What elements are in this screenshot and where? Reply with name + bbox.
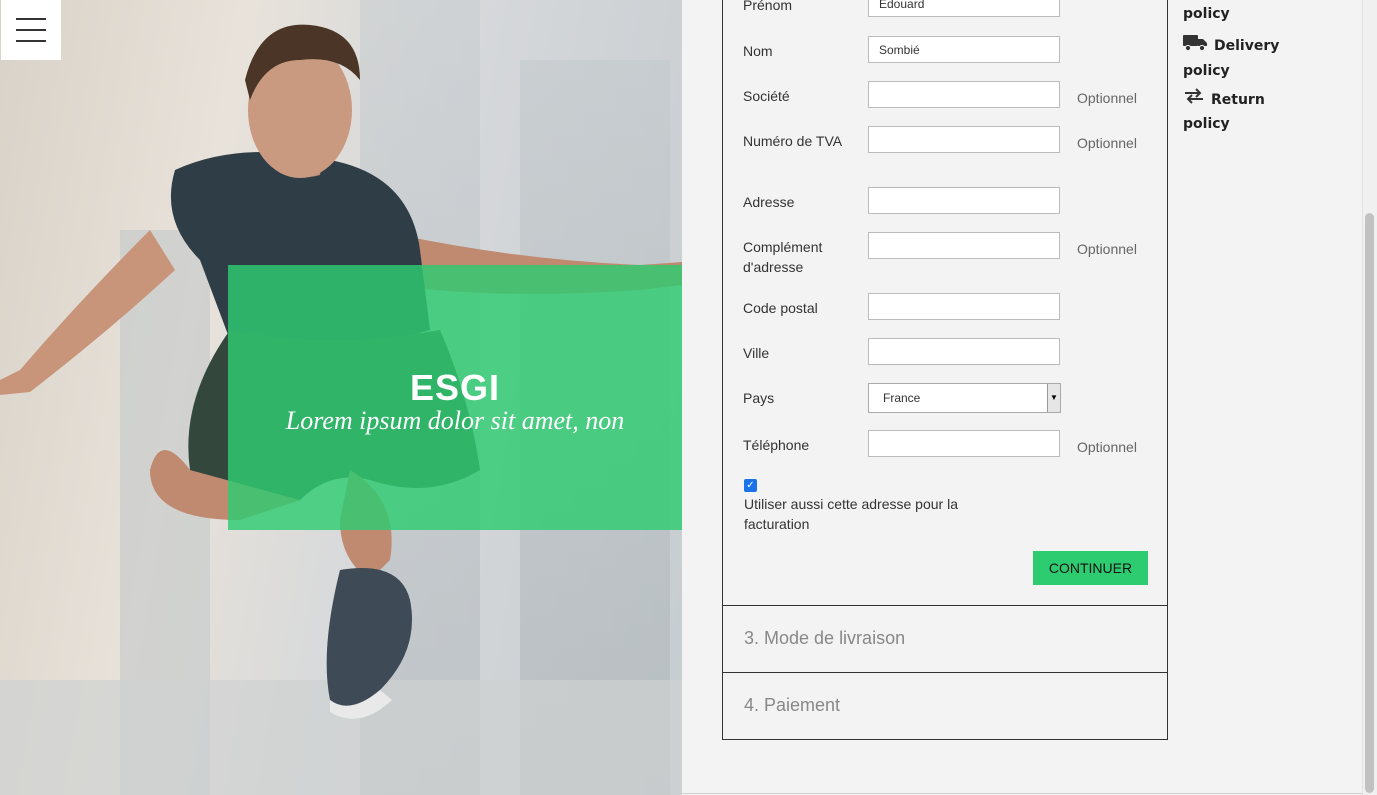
city-input[interactable] <box>868 338 1060 365</box>
country-select[interactable]: France ▼ <box>868 383 1061 413</box>
vat-number-input[interactable] <box>868 126 1060 153</box>
field-label: Numéro de TVA <box>743 133 843 149</box>
hero-overlay: ESGI Lorem ipsum dolor sit amet, non <box>228 265 682 530</box>
optional-hint: Optionnel <box>1077 439 1137 455</box>
step-label: 3. Mode de livraison <box>744 628 906 648</box>
continue-button[interactable]: CONTINUER <box>1033 551 1148 585</box>
field-label: Ville <box>743 345 770 361</box>
field-label: Complément d'adresse <box>743 239 823 275</box>
hero-subtitle: Lorem ipsum dolor sit amet, non <box>285 405 625 435</box>
delivery-policy-link[interactable]: Delivery policy <box>1183 33 1279 83</box>
hamburger-menu-icon-bar <box>16 40 46 42</box>
company-input[interactable] <box>868 81 1060 108</box>
phone-input[interactable] <box>868 430 1060 457</box>
field-label: Pays <box>743 390 775 406</box>
hero-banner: ESGI Lorem ipsum dolor sit amet, non <box>0 0 682 795</box>
security-policy-link[interactable]: policy <box>1183 2 1230 26</box>
billing-same-address-label: Utiliser aussi cette adresse pour la fac… <box>744 496 958 532</box>
address-complement-input[interactable] <box>868 232 1060 259</box>
field-label: Téléphone <box>743 437 810 453</box>
policy-label: Return <box>1211 92 1265 108</box>
postal-code-input[interactable] <box>868 293 1060 320</box>
field-label: Nom <box>743 43 773 59</box>
step-label: 4. Paiement <box>744 695 841 715</box>
hamburger-menu-button[interactable] <box>1 0 61 60</box>
optional-hint: Optionnel <box>1077 135 1137 151</box>
address-input[interactable] <box>868 187 1060 214</box>
optional-hint: Optionnel <box>1077 90 1137 106</box>
truck-icon <box>1183 33 1208 59</box>
policy-label: Delivery <box>1214 38 1280 54</box>
step-payment[interactable]: 4. Paiement <box>722 672 1168 740</box>
step-delivery-mode[interactable]: 3. Mode de livraison <box>722 605 1168 673</box>
lastname-input[interactable] <box>868 36 1060 63</box>
firstname-input[interactable] <box>868 0 1060 17</box>
field-label: Prénom <box>743 0 793 13</box>
policy-label-tail: policy <box>1183 6 1230 22</box>
hamburger-menu-icon-bar <box>16 29 46 31</box>
country-select-value: France <box>883 391 921 405</box>
hamburger-menu-icon-bar <box>16 18 46 20</box>
field-label: Code postal <box>743 300 818 316</box>
optional-hint: Optionnel <box>1077 241 1137 257</box>
billing-same-address-checkbox[interactable]: ✓ <box>744 479 757 492</box>
field-label: Adresse <box>743 194 795 210</box>
scrollbar-thumb[interactable] <box>1365 213 1374 793</box>
divider <box>682 793 1362 794</box>
return-policy-link[interactable]: Return policy <box>1183 88 1265 136</box>
hero-title: ESGI <box>409 366 501 408</box>
policy-label-tail: policy <box>1183 116 1230 132</box>
shipping-address-form: Prénom Nom Société Optionnel Numéro de T… <box>722 0 1168 606</box>
dropdown-arrow-icon: ▼ <box>1047 384 1060 412</box>
field-label: Société <box>743 88 790 104</box>
exchange-arrows-icon <box>1183 88 1205 112</box>
policy-label-tail: policy <box>1183 63 1230 79</box>
